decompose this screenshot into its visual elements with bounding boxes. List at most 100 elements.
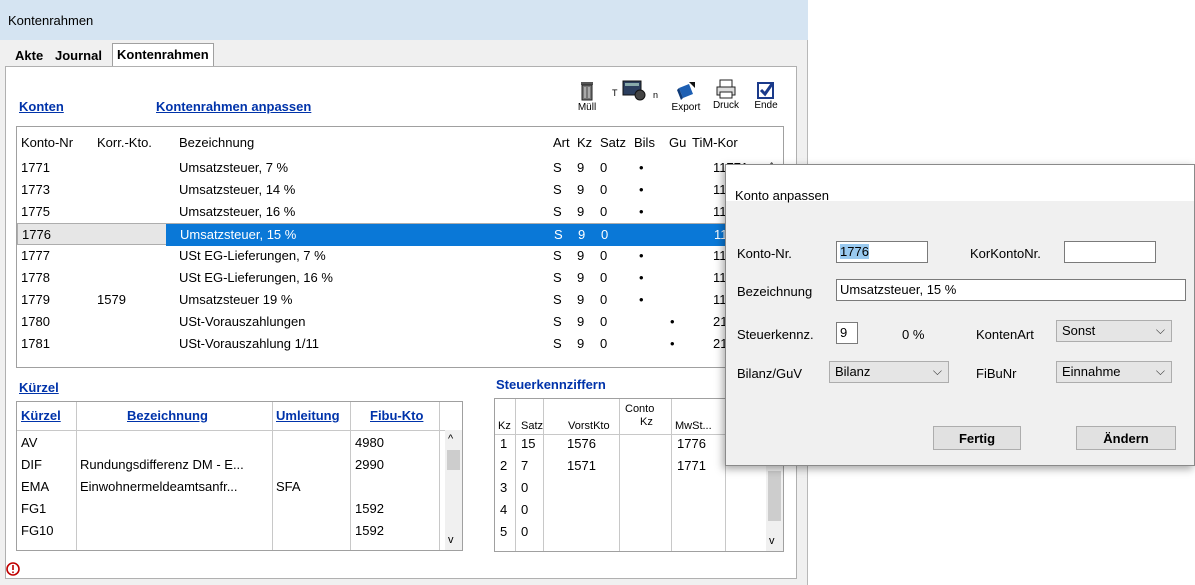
cell-art: S: [553, 292, 562, 307]
table-row[interactable]: 1777 USt EG-Lieferungen, 7 % S 9 0 • 11: [17, 245, 783, 267]
tb-button[interactable]: T n: [612, 78, 660, 104]
cell-gu: •: [670, 336, 675, 351]
cell-vorstkto: 1576: [567, 436, 596, 451]
col-header-korr-kto[interactable]: Korr.-Kto.: [97, 127, 152, 157]
col-header-satz[interactable]: Satz: [600, 127, 626, 157]
kuerzel-link[interactable]: Kürzel: [19, 380, 59, 395]
cell-konto-nr: 1781: [21, 336, 50, 351]
col-header-kz-2[interactable]: Kz: [640, 416, 653, 428]
col-header-kuerzel[interactable]: Kürzel: [21, 408, 61, 423]
fertig-button[interactable]: Fertig: [933, 426, 1021, 450]
cell-kz: 9: [577, 292, 585, 307]
cell-kz: 9: [577, 336, 585, 351]
col-header-bils[interactable]: Bils: [634, 127, 655, 157]
cell-satz: 0: [521, 502, 529, 517]
scroll-thumb[interactable]: [447, 450, 460, 470]
col-header-fibu-kto[interactable]: Fibu-Kto: [370, 408, 423, 423]
col-header-bezeichnung[interactable]: Bezeichnung: [127, 408, 208, 423]
col-header-kz[interactable]: Kz: [498, 420, 511, 432]
cell-art: S: [553, 182, 562, 197]
cell-konto-nr: 1773: [21, 182, 50, 197]
col-header-kz[interactable]: Kz: [577, 127, 592, 157]
cell-art: S: [553, 270, 562, 285]
col-header-vorstkto[interactable]: VorstKto: [568, 420, 610, 432]
cell-kuerzel: DIF: [21, 457, 42, 472]
cell-satz: 0: [521, 480, 529, 495]
cell-bils: •: [639, 182, 644, 197]
bezeichnung-label: Bezeichnung: [737, 284, 813, 299]
col-header-conto[interactable]: Conto: [625, 403, 654, 415]
col-header-mwst[interactable]: MwSt...: [675, 420, 712, 432]
bilanz-guv-value: Bilanz: [835, 364, 871, 379]
cell-fibu-kto: 1592: [355, 523, 384, 538]
col-header-konto-nr[interactable]: Konto-Nr: [21, 127, 73, 157]
cell-kuerzel: AV: [21, 435, 38, 450]
scroll-up-icon[interactable]: ^: [448, 433, 453, 445]
ende-button[interactable]: Ende: [750, 80, 782, 111]
kontenart-select[interactable]: Sonst ⌵: [1056, 320, 1172, 342]
cell-kz: 9: [577, 204, 585, 219]
cell-art: S: [553, 314, 562, 329]
col-header-gu[interactable]: Gu: [669, 127, 686, 157]
aendern-button[interactable]: Ändern: [1076, 426, 1176, 450]
fibunr-select[interactable]: Einnahme ⌵: [1056, 361, 1172, 383]
tab-journal[interactable]: Journal: [51, 45, 106, 66]
cell-kz: 9: [578, 227, 586, 242]
cell-bezeichnung: USt-Vorauszahlung 1/11: [179, 336, 319, 351]
bilanz-guv-select[interactable]: Bilanz ⌵: [829, 361, 949, 383]
cell-satz: 0: [600, 248, 608, 263]
kuerzel-scrollbar[interactable]: ^ v: [445, 430, 462, 550]
trash-icon: [581, 82, 593, 101]
grid-line: [619, 399, 620, 551]
cell-korr-kto: 1579: [97, 292, 126, 307]
cell-bils: •: [639, 248, 644, 263]
cell-art: S: [553, 336, 562, 351]
korkonto-field[interactable]: [1064, 241, 1156, 263]
cell-fibu-kto: 1592: [355, 501, 384, 516]
steuerkennz-field[interactable]: 9: [836, 322, 858, 344]
tab-akte[interactable]: Akte: [11, 45, 47, 66]
printer-icon: [716, 79, 736, 99]
cell-bezeichnung: USt EG-Lieferungen, 16 %: [179, 270, 333, 285]
tb-label-2: n: [652, 90, 658, 100]
bezeichnung-field[interactable]: Umsatzsteuer, 15 %: [836, 279, 1186, 301]
table-row[interactable]: 1781 USt-Vorauszahlung 1/11 S 9 0 • 21: [17, 333, 783, 355]
col-header-umleitung[interactable]: Umleitung: [276, 408, 340, 423]
tab-kontenrahmen[interactable]: Kontenrahmen: [112, 43, 214, 67]
kontenrahmen-anpassen-link[interactable]: Kontenrahmen anpassen: [156, 99, 311, 114]
cell-bezeichnung: Umsatzsteuer, 7 %: [179, 160, 289, 175]
col-header-art[interactable]: Art: [553, 127, 570, 157]
table-row[interactable]: 1775 Umsatzsteuer, 16 % S 9 0 • 11: [17, 201, 783, 223]
konto-nr-field[interactable]: 1776: [836, 241, 928, 263]
table-row[interactable]: 1778 USt EG-Lieferungen, 16 % S 9 0 • 11: [17, 267, 783, 289]
druck-button[interactable]: Druck: [708, 78, 744, 111]
cell-kz: 9: [577, 270, 585, 285]
scroll-thumb[interactable]: [768, 471, 781, 521]
table-row[interactable]: 1776 Umsatzsteuer, 15 % S 9 0 11: [17, 223, 783, 246]
steuer-percent: 0 %: [902, 327, 925, 342]
col-header-tim-kor[interactable]: TiM-Kor: [692, 127, 738, 157]
col-header-bezeichnung[interactable]: Bezeichnung: [179, 127, 254, 157]
cell-kz: 9: [577, 182, 585, 197]
table-row[interactable]: 1780 USt-Vorauszahlungen S 9 0 • 21: [17, 311, 783, 333]
muell-button[interactable]: Müll: [574, 80, 600, 113]
scroll-down-icon[interactable]: v: [448, 534, 454, 546]
scroll-down-icon[interactable]: v: [769, 535, 775, 547]
cell-bils: •: [639, 292, 644, 307]
konten-link[interactable]: Konten: [19, 99, 64, 114]
cell-bezeichnung: Rundungsdifferenz DM - E...: [80, 457, 244, 472]
cell-kz: 9: [577, 248, 585, 263]
export-icon: [677, 82, 695, 100]
cell-bils: •: [639, 204, 644, 219]
table-row[interactable]: 1771Umsatzsteuer, 7 %S90•11771: [17, 157, 783, 179]
cell-fibu-kto: 2990: [355, 457, 384, 472]
cell-konto-nr: 1777: [21, 248, 50, 263]
konten-table: Konto-Nr Korr.-Kto. Bezeichnung Art Kz S…: [16, 126, 784, 368]
export-button[interactable]: Export: [667, 80, 705, 113]
window-titlebar: Kontenrahmen: [0, 0, 808, 40]
col-header-satz[interactable]: Satz: [521, 420, 543, 432]
table-row[interactable]: 1779 1579 Umsatzsteuer 19 % S 9 0 • 11: [17, 289, 783, 311]
cell-mwst: 1776: [677, 436, 706, 451]
cell-kuerzel: FG10: [21, 523, 54, 538]
table-row[interactable]: 1773 Umsatzsteuer, 14 % S 9 0 • 11: [17, 179, 783, 201]
